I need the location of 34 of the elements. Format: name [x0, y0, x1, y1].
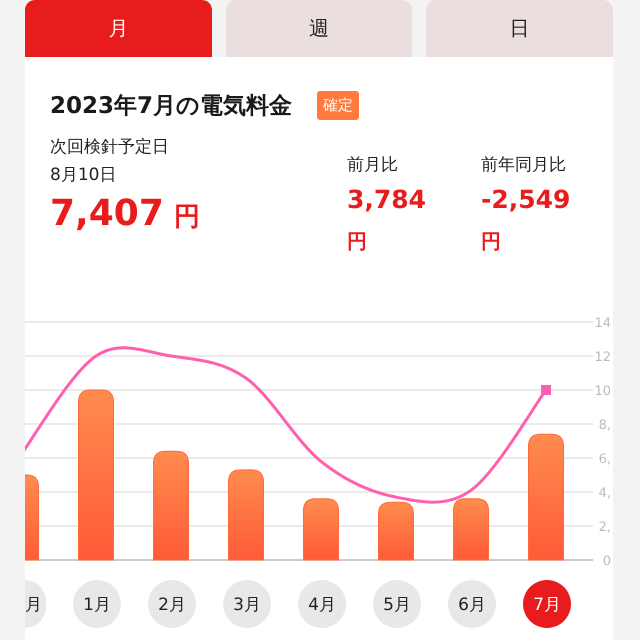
comparison-value: -2,549 — [481, 185, 572, 214]
month-button[interactable]: 7月 — [523, 580, 571, 628]
month-button[interactable]: 月 — [25, 580, 46, 628]
month-button[interactable]: 4月 — [298, 580, 346, 628]
next-reading-label: 次回検針予定日 — [50, 136, 170, 159]
month-button[interactable]: 6月 — [448, 580, 496, 628]
currency-unit: 円 — [174, 201, 200, 234]
month-button[interactable]: 5月 — [373, 580, 421, 628]
bar — [378, 502, 414, 560]
y-axis-label: 14 — [594, 316, 611, 331]
period-tab[interactable]: 週 — [226, 0, 412, 57]
period-tab[interactable]: 日 — [426, 0, 613, 57]
comparison-value: 3,784 — [347, 185, 428, 214]
y-axis-label: 2, — [598, 520, 611, 535]
month-button[interactable]: 3月 — [223, 580, 271, 628]
y-axis-label: 12 — [594, 350, 611, 365]
next-reading-date: 8月10日 — [50, 164, 118, 187]
bill-amount: 7,407 — [50, 193, 164, 234]
comparison-label: 前年同月比 — [481, 154, 567, 177]
month-button[interactable]: 1月 — [73, 580, 121, 628]
bar — [453, 498, 489, 560]
y-axis-label: 4, — [598, 486, 611, 501]
status-badge: 確定 — [317, 91, 360, 120]
currency-unit: 円 — [481, 228, 502, 255]
month-button[interactable]: 2月 — [148, 580, 196, 628]
y-axis-label: 0 — [602, 554, 611, 565]
y-axis-label: 6, — [598, 452, 611, 467]
bar — [303, 498, 339, 560]
comparison-label: 前月比 — [347, 154, 399, 177]
currency-unit: 円 — [347, 228, 368, 255]
period-tab[interactable]: 月 — [25, 0, 212, 57]
y-axis-label: 10 — [594, 384, 611, 399]
y-axis-label: 8, — [598, 418, 611, 433]
bill-title: 2023年7月の電気料金 — [50, 92, 292, 121]
